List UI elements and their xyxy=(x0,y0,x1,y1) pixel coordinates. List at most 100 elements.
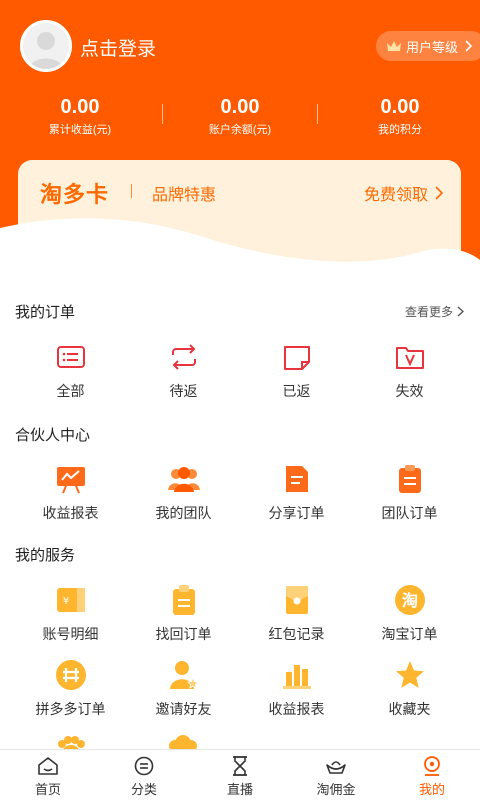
wave-divider xyxy=(0,218,480,284)
stat-divider xyxy=(162,104,163,124)
view-more-label: 查看更多 xyxy=(404,305,453,319)
order-pending[interactable]: 待返 xyxy=(127,340,240,400)
tab-mine[interactable]: 我的 xyxy=(384,750,480,800)
bar-chart-icon xyxy=(282,665,311,689)
list-icon xyxy=(56,346,85,368)
orders-grid: 全部 待返 已返 失效 xyxy=(14,340,466,400)
ingot-icon xyxy=(326,761,346,774)
red-packet-icon xyxy=(285,586,308,614)
stat-value: 0.00 xyxy=(60,96,100,118)
service-invite-label: 邀请好友 xyxy=(155,701,212,717)
team-icon xyxy=(167,467,200,492)
tab-live-label: 直播 xyxy=(226,782,253,797)
partial-row-icon xyxy=(58,736,85,750)
tab-home[interactable]: 首页 xyxy=(0,750,96,800)
free-claim-label: 免费领取 xyxy=(363,187,428,204)
profile-icon xyxy=(424,756,440,776)
star-icon xyxy=(395,661,424,688)
card-title: 淘多卡 xyxy=(40,182,110,207)
account-detail-icon: ¥ xyxy=(56,588,85,612)
service-earnings-label: 收益报表 xyxy=(268,701,325,717)
chevron-right-icon xyxy=(465,40,473,52)
refresh-icon xyxy=(171,344,196,370)
services-section-title: 我的服务 xyxy=(15,547,76,564)
pinduoduo-icon xyxy=(55,660,86,690)
chevron-right-icon xyxy=(435,186,443,200)
stat-label: 账户余额(元) xyxy=(208,124,272,136)
team-order-icon xyxy=(398,465,421,493)
partner-earnings-report[interactable]: 收益报表 xyxy=(14,462,127,522)
partner-share-order[interactable]: 分享订单 xyxy=(240,462,353,522)
tab-commission[interactable]: 淘佣金 xyxy=(288,750,384,800)
order-returned[interactable]: 已返 xyxy=(240,340,353,400)
stats-row: 0.00 累计收益(元) 0.00 账户余额(元) 0.00 我的积分 xyxy=(0,94,480,144)
order-expired-label: 失效 xyxy=(395,383,424,399)
stat-value: 0.00 xyxy=(380,96,420,118)
stat-label: 累计收益(元) xyxy=(48,124,112,136)
partner-team-order-label: 团队订单 xyxy=(381,505,438,521)
chart-board-icon xyxy=(56,467,85,494)
user-placeholder-icon xyxy=(23,23,69,69)
stat-points[interactable]: 0.00 我的积分 xyxy=(320,94,480,144)
tab-live[interactable]: 直播 xyxy=(192,750,288,800)
expired-icon xyxy=(395,347,424,369)
orders-section-title: 我的订单 xyxy=(15,304,76,321)
avatar[interactable] xyxy=(20,20,72,72)
stat-account-balance[interactable]: 0.00 账户余额(元) xyxy=(160,94,320,144)
card-divider xyxy=(131,184,132,198)
returned-icon xyxy=(283,346,310,370)
order-returned-label: 已返 xyxy=(282,383,311,399)
login-link[interactable]: 点击登录 xyxy=(80,34,156,61)
stat-label: 我的积分 xyxy=(378,124,422,136)
service-earnings-report[interactable]: 收益报表 xyxy=(240,658,353,718)
service-taobao-label: 淘宝订单 xyxy=(381,626,438,642)
free-claim-link[interactable]: 免费领取 xyxy=(364,181,443,205)
partial-row-icon xyxy=(169,735,197,750)
service-red-packet[interactable]: 红包记录 xyxy=(240,583,353,643)
hourglass-icon xyxy=(233,756,247,776)
retrieve-order-icon xyxy=(172,585,195,615)
order-all-label: 全部 xyxy=(56,383,85,399)
taobao-icon: 淘 xyxy=(394,585,425,615)
user-level-label: 用户等级 xyxy=(406,39,459,55)
services-grid-row-1: ¥ 账号明细 找回订单 红包记录 淘 淘宝订单 xyxy=(14,583,466,643)
service-taobao-order[interactable]: 淘 淘宝订单 xyxy=(353,583,466,643)
bottom-tab-bar: 首页 分类 直播 淘佣金 我的 xyxy=(0,749,480,800)
partner-earnings-label: 收益报表 xyxy=(42,505,99,521)
service-favorites[interactable]: 收藏夹 xyxy=(353,658,466,718)
share-order-icon xyxy=(285,466,308,492)
services-grid-row-2: 拼多多订单 邀请好友 收益报表 收藏夹 xyxy=(14,658,466,718)
tab-category-label: 分类 xyxy=(130,782,157,797)
chevron-right-icon xyxy=(457,306,464,317)
partner-share-label: 分享订单 xyxy=(268,505,325,521)
partner-team-order[interactable]: 团队订单 xyxy=(353,462,466,522)
stat-total-earnings[interactable]: 0.00 累计收益(元) xyxy=(0,94,160,144)
partner-team-label: 我的团队 xyxy=(155,505,212,521)
order-expired[interactable]: 失效 xyxy=(353,340,466,400)
service-red-packet-label: 红包记录 xyxy=(268,626,325,642)
stat-divider xyxy=(317,104,318,124)
order-all[interactable]: 全部 xyxy=(14,340,127,400)
service-account-label: 账号明细 xyxy=(42,626,99,642)
tab-home-label: 首页 xyxy=(34,782,61,797)
home-icon xyxy=(38,757,58,775)
view-more-link[interactable]: 查看更多 xyxy=(405,303,464,320)
partner-section-title: 合伙人中心 xyxy=(15,427,91,444)
service-invite-friends[interactable]: 邀请好友 xyxy=(127,658,240,718)
user-level-button[interactable]: 用户等级 xyxy=(376,31,480,61)
service-account-detail[interactable]: ¥ 账号明细 xyxy=(14,583,127,643)
partner-my-team[interactable]: 我的团队 xyxy=(127,462,240,522)
svg-text:淘: 淘 xyxy=(401,591,417,610)
tab-mine-label: 我的 xyxy=(418,782,445,797)
service-pinduoduo-label: 拼多多订单 xyxy=(35,701,106,717)
service-retrieve-label: 找回订单 xyxy=(155,626,212,642)
svg-text:¥: ¥ xyxy=(62,596,68,607)
partner-grid: 收益报表 我的团队 分享订单 团队订单 xyxy=(14,462,466,522)
service-pinduoduo-order[interactable]: 拼多多订单 xyxy=(14,658,127,718)
service-retrieve-order[interactable]: 找回订单 xyxy=(127,583,240,643)
invite-icon xyxy=(169,661,199,689)
crown-icon xyxy=(387,41,401,51)
order-pending-label: 待返 xyxy=(169,383,198,399)
tab-commission-label: 淘佣金 xyxy=(316,782,356,797)
tab-category[interactable]: 分类 xyxy=(96,750,192,800)
